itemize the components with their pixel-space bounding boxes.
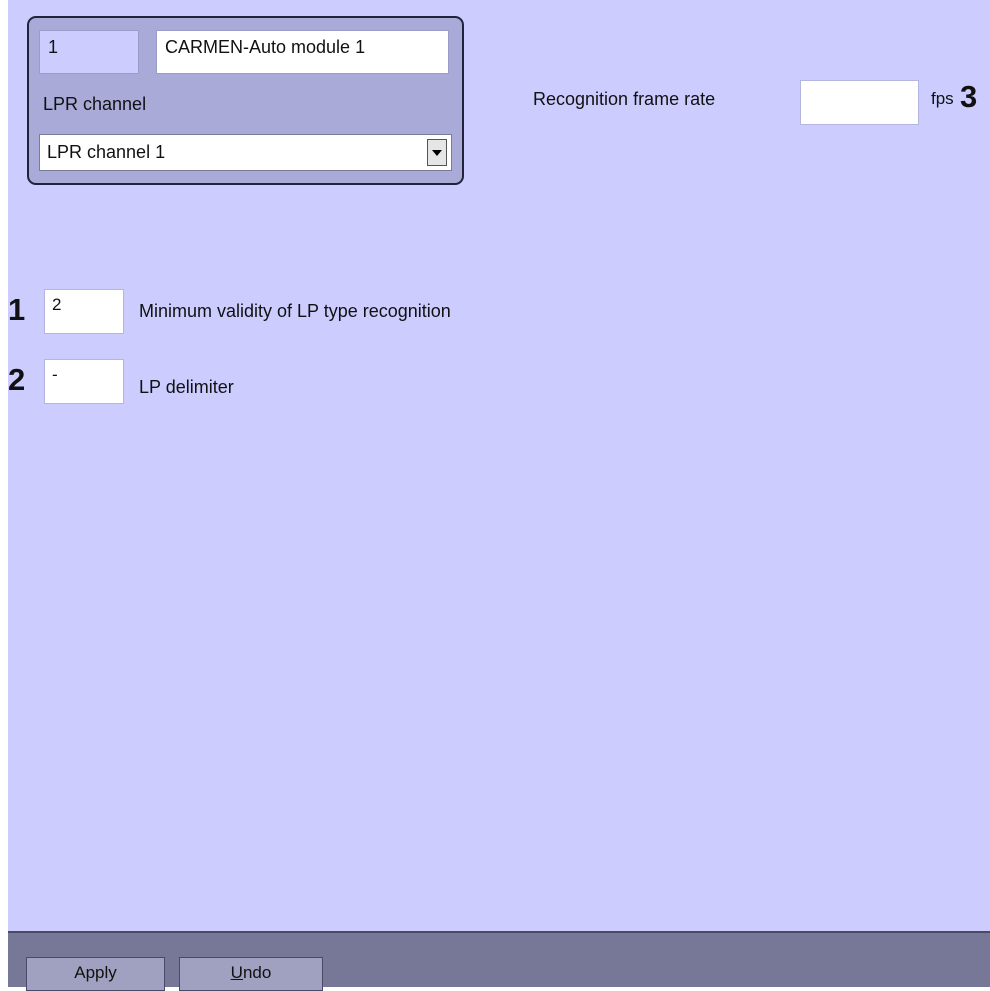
module-id-field[interactable]: 1 xyxy=(39,30,139,74)
chevron-down-icon[interactable] xyxy=(427,139,447,166)
bottom-toolbar: Apply Undo xyxy=(8,931,990,991)
recognition-frame-rate-input[interactable] xyxy=(800,80,919,125)
fps-unit-label: fps xyxy=(931,89,954,108)
module-name-field[interactable]: CARMEN-Auto module 1 xyxy=(156,30,449,74)
callout-1: 1 xyxy=(8,292,26,327)
callout-2: 2 xyxy=(8,362,26,397)
module-group: 1 CARMEN-Auto module 1 LPR channel LPR c… xyxy=(27,16,464,185)
recognition-frame-rate-label: Recognition frame rate xyxy=(533,89,716,109)
apply-button[interactable]: Apply xyxy=(26,957,165,991)
lpr-channel-selected: LPR channel 1 xyxy=(47,142,166,162)
lp-delimiter-input[interactable]: - xyxy=(44,359,124,404)
callout-3: 3 xyxy=(960,79,978,114)
min-validity-input[interactable]: 2 xyxy=(44,289,124,334)
undo-button-label: Undo xyxy=(230,963,272,982)
min-validity-label: Minimum validity of LP type recognition xyxy=(139,301,451,321)
lpr-channel-label: LPR channel xyxy=(43,94,147,114)
undo-button[interactable]: Undo xyxy=(179,957,323,991)
lp-delimiter-label: LP delimiter xyxy=(139,377,234,397)
lpr-channel-select[interactable]: LPR channel 1 xyxy=(39,134,452,171)
settings-panel: 1 CARMEN-Auto module 1 LPR channel LPR c… xyxy=(8,0,990,931)
